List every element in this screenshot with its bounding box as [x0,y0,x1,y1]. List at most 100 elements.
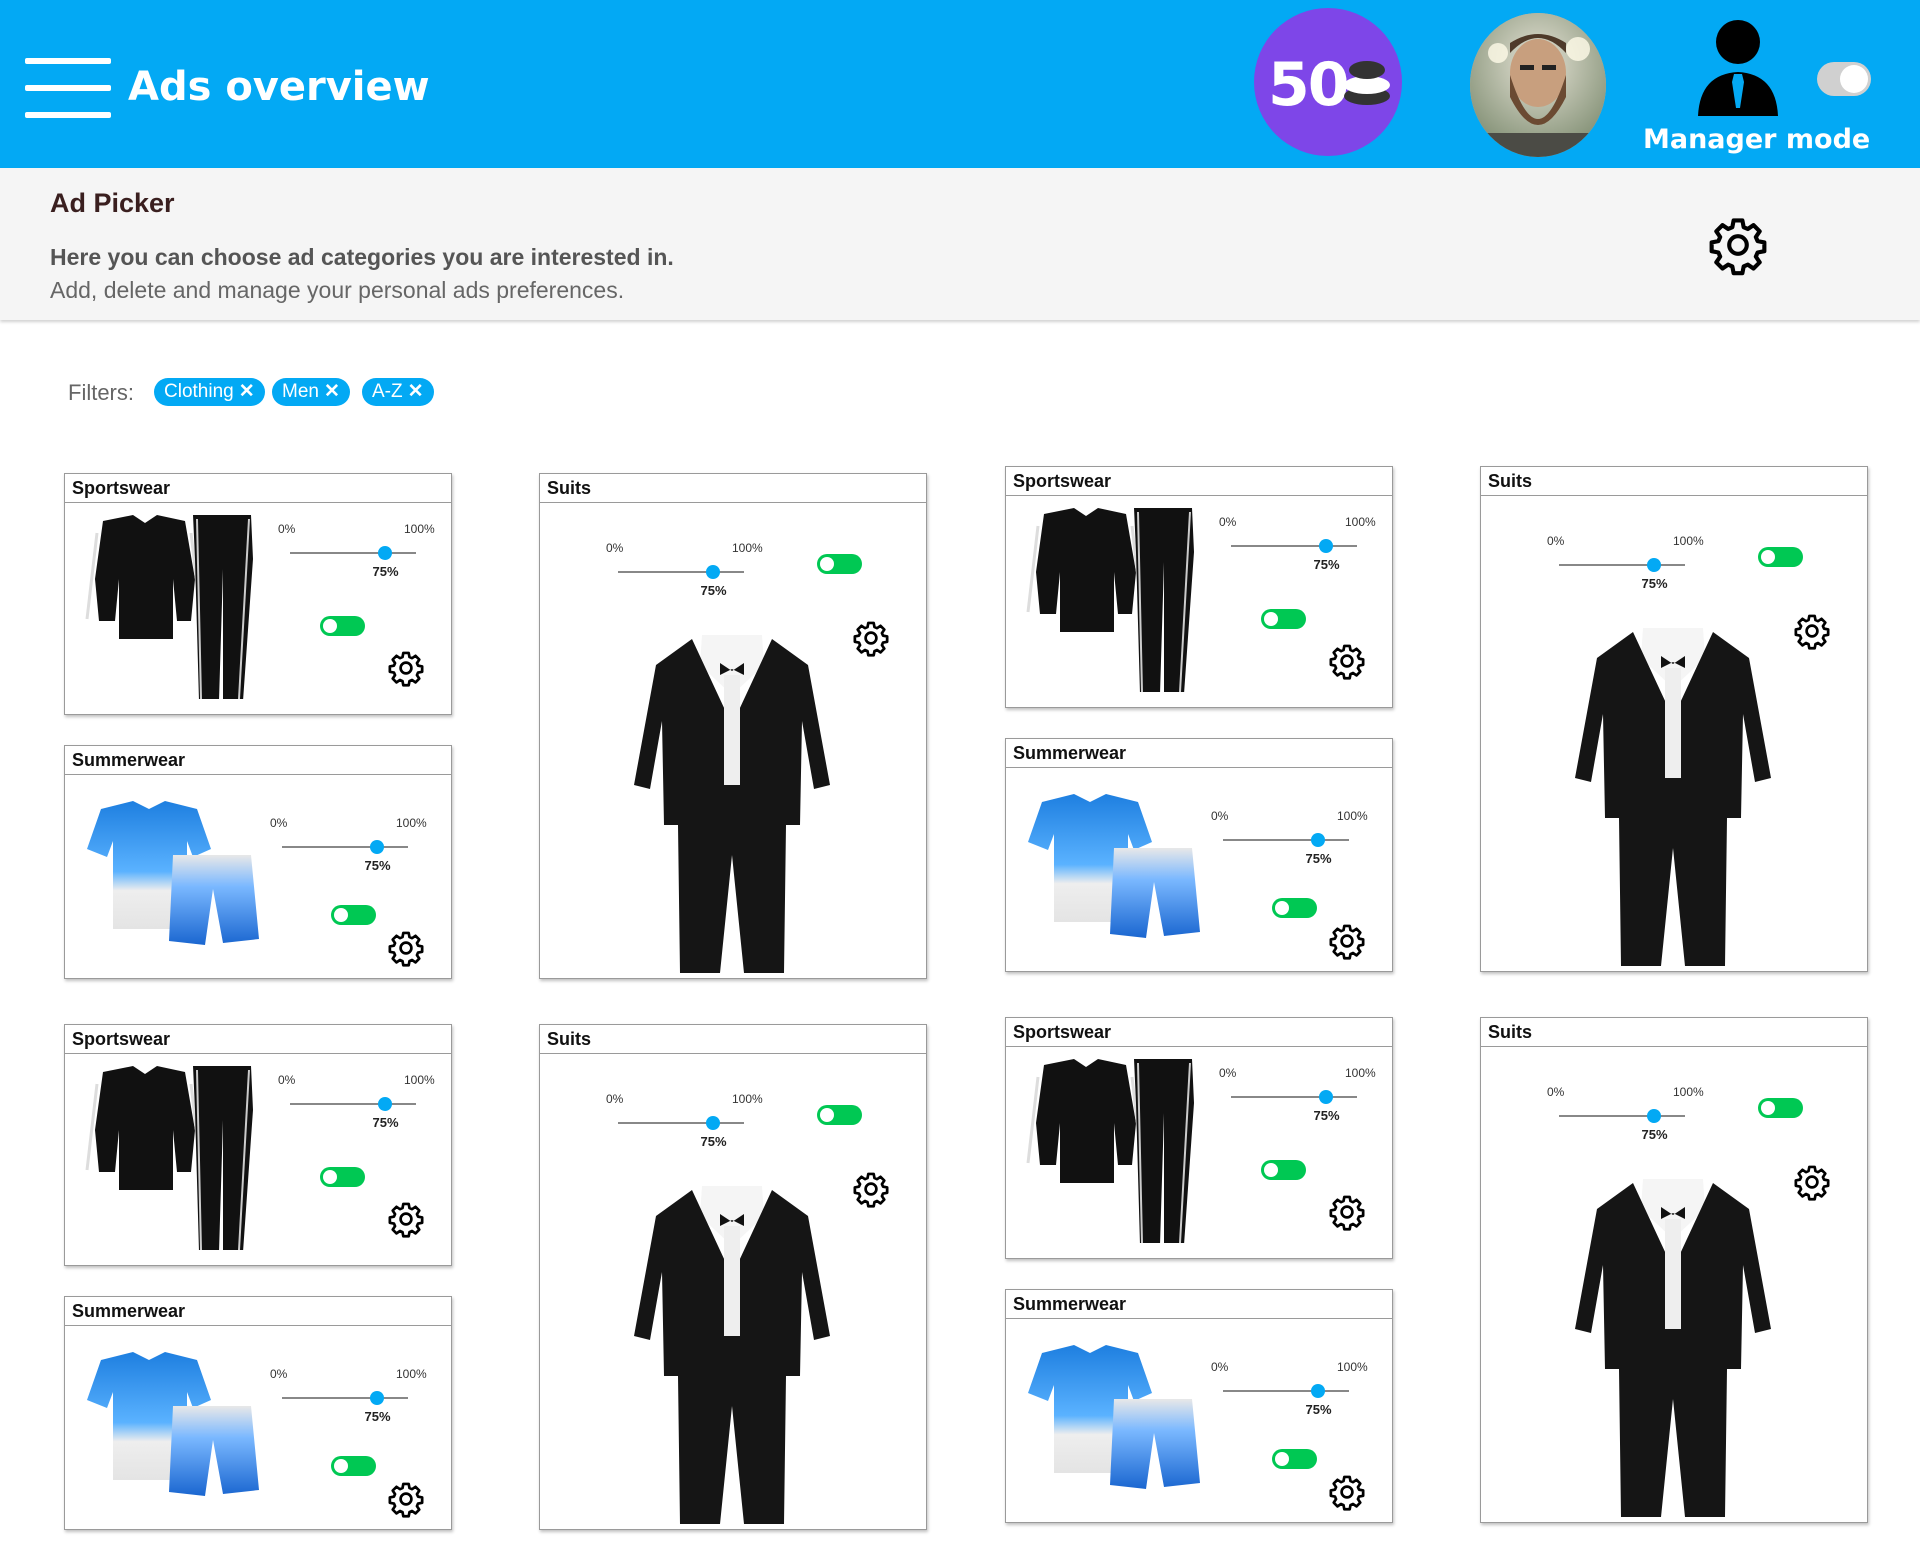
remove-filter-icon[interactable]: ✕ [408,381,424,402]
remove-filter-icon[interactable]: ✕ [239,381,255,402]
card-title: Suits [540,1025,926,1054]
slider-knob[interactable] [377,1097,392,1111]
slider-knob[interactable] [1318,1090,1333,1104]
ad-category-toggle[interactable] [331,1456,376,1476]
filter-chip-label: A-Z [372,381,403,402]
manager-mode-toggle[interactable] [1817,62,1871,96]
card-title: Sportswear [65,474,451,503]
interest-slider[interactable] [618,1116,744,1130]
card-body: 0% 100% 75% [1481,1047,1867,1522]
ad-picker-description-bold: Here you can choose ad categories you ar… [50,244,674,270]
sportswear-image [1014,1053,1204,1248]
ad-category-card: Sportswear 0% 100% 75% [64,1024,452,1266]
interest-slider[interactable] [1223,833,1349,847]
gear-icon[interactable] [1328,922,1366,965]
gear-icon[interactable] [1328,1193,1366,1236]
filter-chip-men[interactable]: Men ✕ [272,378,350,406]
top-bar: Ads overview 50 Manager mode [0,0,1920,168]
slider-min-label: 0% [1547,1085,1565,1099]
card-title: Sportswear [65,1025,451,1054]
summerwear-image [1014,1333,1204,1508]
ad-category-card: Summerwear 0% 100% 75% [64,745,452,979]
slider-knob[interactable] [377,546,392,560]
ad-category-toggle[interactable] [1758,547,1803,567]
sportswear-image [1014,502,1204,697]
slider-knob[interactable] [369,840,384,854]
coin-balance-badge[interactable]: 50 [1254,8,1402,156]
ad-category-toggle[interactable] [1758,1098,1803,1118]
summerwear-image [73,789,263,964]
filter-chip-label: Men [282,381,319,402]
gear-icon[interactable] [387,1200,425,1243]
ad-category-card: Summerwear 0% 100% 75% [1005,738,1393,972]
slider-knob[interactable] [1310,1384,1325,1398]
filter-chip-a-z[interactable]: A-Z ✕ [362,378,434,406]
gear-icon[interactable] [387,649,425,692]
interest-slider[interactable] [290,546,416,560]
ad-category-toggle[interactable] [817,1105,862,1125]
interest-slider[interactable] [618,565,744,579]
gear-icon[interactable] [1328,1473,1366,1516]
filter-chip-clothing[interactable]: Clothing ✕ [154,378,265,406]
remove-filter-icon[interactable]: ✕ [324,381,340,402]
interest-slider[interactable] [1223,1384,1349,1398]
ad-category-toggle[interactable] [1272,1449,1317,1469]
ad-category-toggle[interactable] [320,1167,365,1187]
slider-knob[interactable] [1646,558,1661,572]
interest-slider[interactable] [1231,539,1357,553]
slider-min-label: 0% [270,816,288,830]
card-title: Summerwear [65,746,451,775]
ad-category-toggle[interactable] [331,905,376,925]
interest-slider[interactable] [1231,1090,1357,1104]
slider-knob[interactable] [705,1116,720,1130]
sportswear-image [73,1060,263,1255]
slider-min-label: 0% [1211,1360,1229,1374]
card-title: Suits [1481,1018,1867,1047]
card-body: 0% 100% 75% [65,775,451,978]
slider-knob[interactable] [1646,1109,1661,1123]
slider-max-label: 100% [1337,1360,1368,1374]
slider-knob[interactable] [705,565,720,579]
slider-max-label: 100% [1673,1085,1704,1099]
interest-slider[interactable] [282,840,408,854]
suits-image [1573,1169,1773,1524]
gear-icon[interactable] [1707,214,1769,276]
ad-category-toggle[interactable] [1261,1160,1306,1180]
gear-icon[interactable] [852,619,890,662]
slider-min-label: 0% [1547,534,1565,548]
ad-category-card: Summerwear 0% 100% 75% [1005,1289,1393,1523]
slider-knob[interactable] [1318,539,1333,553]
menu-icon[interactable] [25,58,111,118]
slider-max-label: 100% [1673,534,1704,548]
slider-max-label: 100% [1337,809,1368,823]
slider-value-label: 75% [364,1409,391,1424]
sportswear-image [73,509,263,704]
interest-slider[interactable] [1559,558,1685,572]
slider-value-label: 75% [1641,576,1668,591]
ad-category-toggle[interactable] [1272,898,1317,918]
slider-min-label: 0% [1219,1066,1237,1080]
ad-category-toggle[interactable] [320,616,365,636]
interest-slider[interactable] [282,1391,408,1405]
ad-category-toggle[interactable] [817,554,862,574]
gear-icon[interactable] [387,929,425,972]
card-body: 0% 100% 75% [540,1054,926,1529]
manager-mode-label: Manager mode [1643,124,1871,155]
slider-value-label: 75% [1305,851,1332,866]
ad-picker-panel: Ad Picker Here you can choose ad categor… [0,168,1920,320]
gear-icon[interactable] [1328,642,1366,685]
slider-value-label: 75% [1305,1402,1332,1417]
gear-icon[interactable] [1793,612,1831,655]
interest-slider[interactable] [290,1097,416,1111]
gear-icon[interactable] [852,1170,890,1213]
suits-image [1573,618,1773,973]
card-body: 0% 100% 75% [1006,496,1392,707]
suits-image [632,625,832,980]
slider-knob[interactable] [1310,833,1325,847]
ad-category-toggle[interactable] [1261,609,1306,629]
avatar[interactable] [1470,13,1606,157]
interest-slider[interactable] [1559,1109,1685,1123]
gear-icon[interactable] [1793,1163,1831,1206]
gear-icon[interactable] [387,1480,425,1523]
slider-knob[interactable] [369,1391,384,1405]
